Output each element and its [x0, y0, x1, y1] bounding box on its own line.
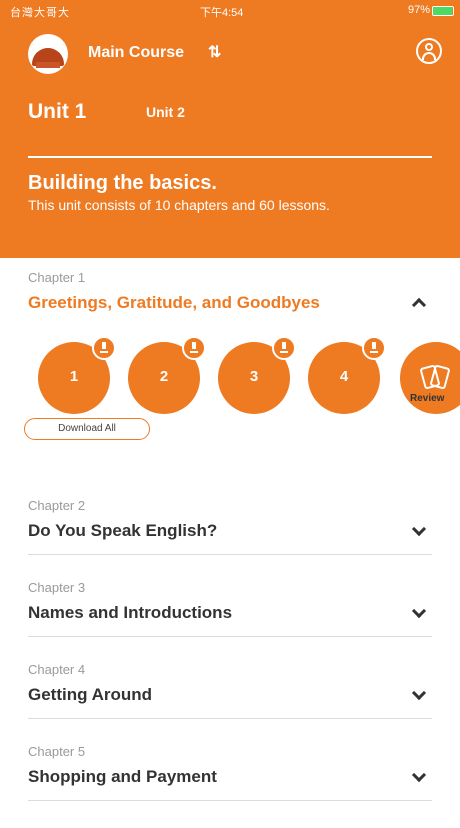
download-all-button[interactable]: Download All: [24, 418, 150, 440]
divider: [28, 800, 432, 801]
course-avatar[interactable]: [28, 34, 68, 74]
chapter-label: Chapter 3: [28, 580, 86, 595]
chapter-label: Chapter 4: [28, 662, 86, 677]
unit-heading: Building the basics.: [28, 172, 217, 194]
top-bar: Main Course ⇅: [0, 30, 460, 76]
lesson-number: 3: [249, 368, 259, 385]
battery-percent: 97%: [407, 4, 430, 16]
chapter-2[interactable]: Chapter 2 Do You Speak English?: [28, 498, 432, 541]
unit-description: This unit consists of 10 chapters and 60…: [28, 197, 330, 213]
download-icon[interactable]: [92, 336, 116, 360]
lesson-number: 4: [339, 368, 349, 385]
divider: [28, 718, 432, 719]
lesson-list: 1 2 3 4: [0, 336, 460, 422]
lesson-bubble[interactable]: 4: [308, 336, 386, 414]
course-title[interactable]: Main Course: [88, 44, 184, 62]
chapter-label: Chapter 5: [28, 744, 86, 759]
chapter-label: Chapter 1: [28, 270, 86, 285]
profile-icon[interactable]: [416, 38, 442, 64]
chapter-title: Getting Around: [28, 685, 153, 704]
chapter-5[interactable]: Chapter 5 Shopping and Payment: [28, 744, 432, 787]
review-label: Review: [410, 393, 445, 404]
lesson-bubble[interactable]: 2: [128, 336, 206, 414]
course-header: 台灣大哥大 下午4:54 97% Main Course ⇅ Unit 1 Un…: [0, 0, 460, 258]
chapter-title: Names and Introductions: [28, 603, 233, 622]
chapter-title: Shopping and Payment: [28, 767, 217, 786]
chapter-3[interactable]: Chapter 3 Names and Introductions: [28, 580, 432, 623]
clock: 下午4:54: [200, 7, 244, 19]
chapter-4[interactable]: Chapter 4 Getting Around: [28, 662, 432, 705]
tab-unit-1[interactable]: Unit 1: [28, 100, 86, 124]
status-bar: 台灣大哥大 下午4:54 97%: [0, 0, 460, 22]
chapter-title: Greetings, Gratitude, and Goodbyes: [28, 293, 320, 312]
lesson-number: 1: [69, 368, 79, 385]
lesson-bubble[interactable]: 3: [218, 336, 296, 414]
chapter-title: Do You Speak English?: [28, 521, 218, 540]
cards-icon: [416, 364, 456, 390]
chapter-1[interactable]: Chapter 1 Greetings, Gratitude, and Good…: [28, 270, 432, 313]
lesson-number: 2: [159, 368, 169, 385]
tab-unit-2[interactable]: Unit 2: [146, 104, 185, 120]
download-icon[interactable]: [362, 336, 386, 360]
download-icon[interactable]: [182, 336, 206, 360]
carrier-label: 台灣大哥大: [10, 7, 70, 19]
lesson-bubble[interactable]: 1: [38, 336, 116, 414]
chapter-label: Chapter 2: [28, 498, 86, 513]
divider: [28, 554, 432, 555]
download-icon[interactable]: [272, 336, 296, 360]
divider: [28, 636, 432, 637]
battery-icon: [432, 6, 454, 16]
unit-divider: [28, 156, 432, 158]
swap-icon[interactable]: ⇅: [208, 42, 221, 62]
